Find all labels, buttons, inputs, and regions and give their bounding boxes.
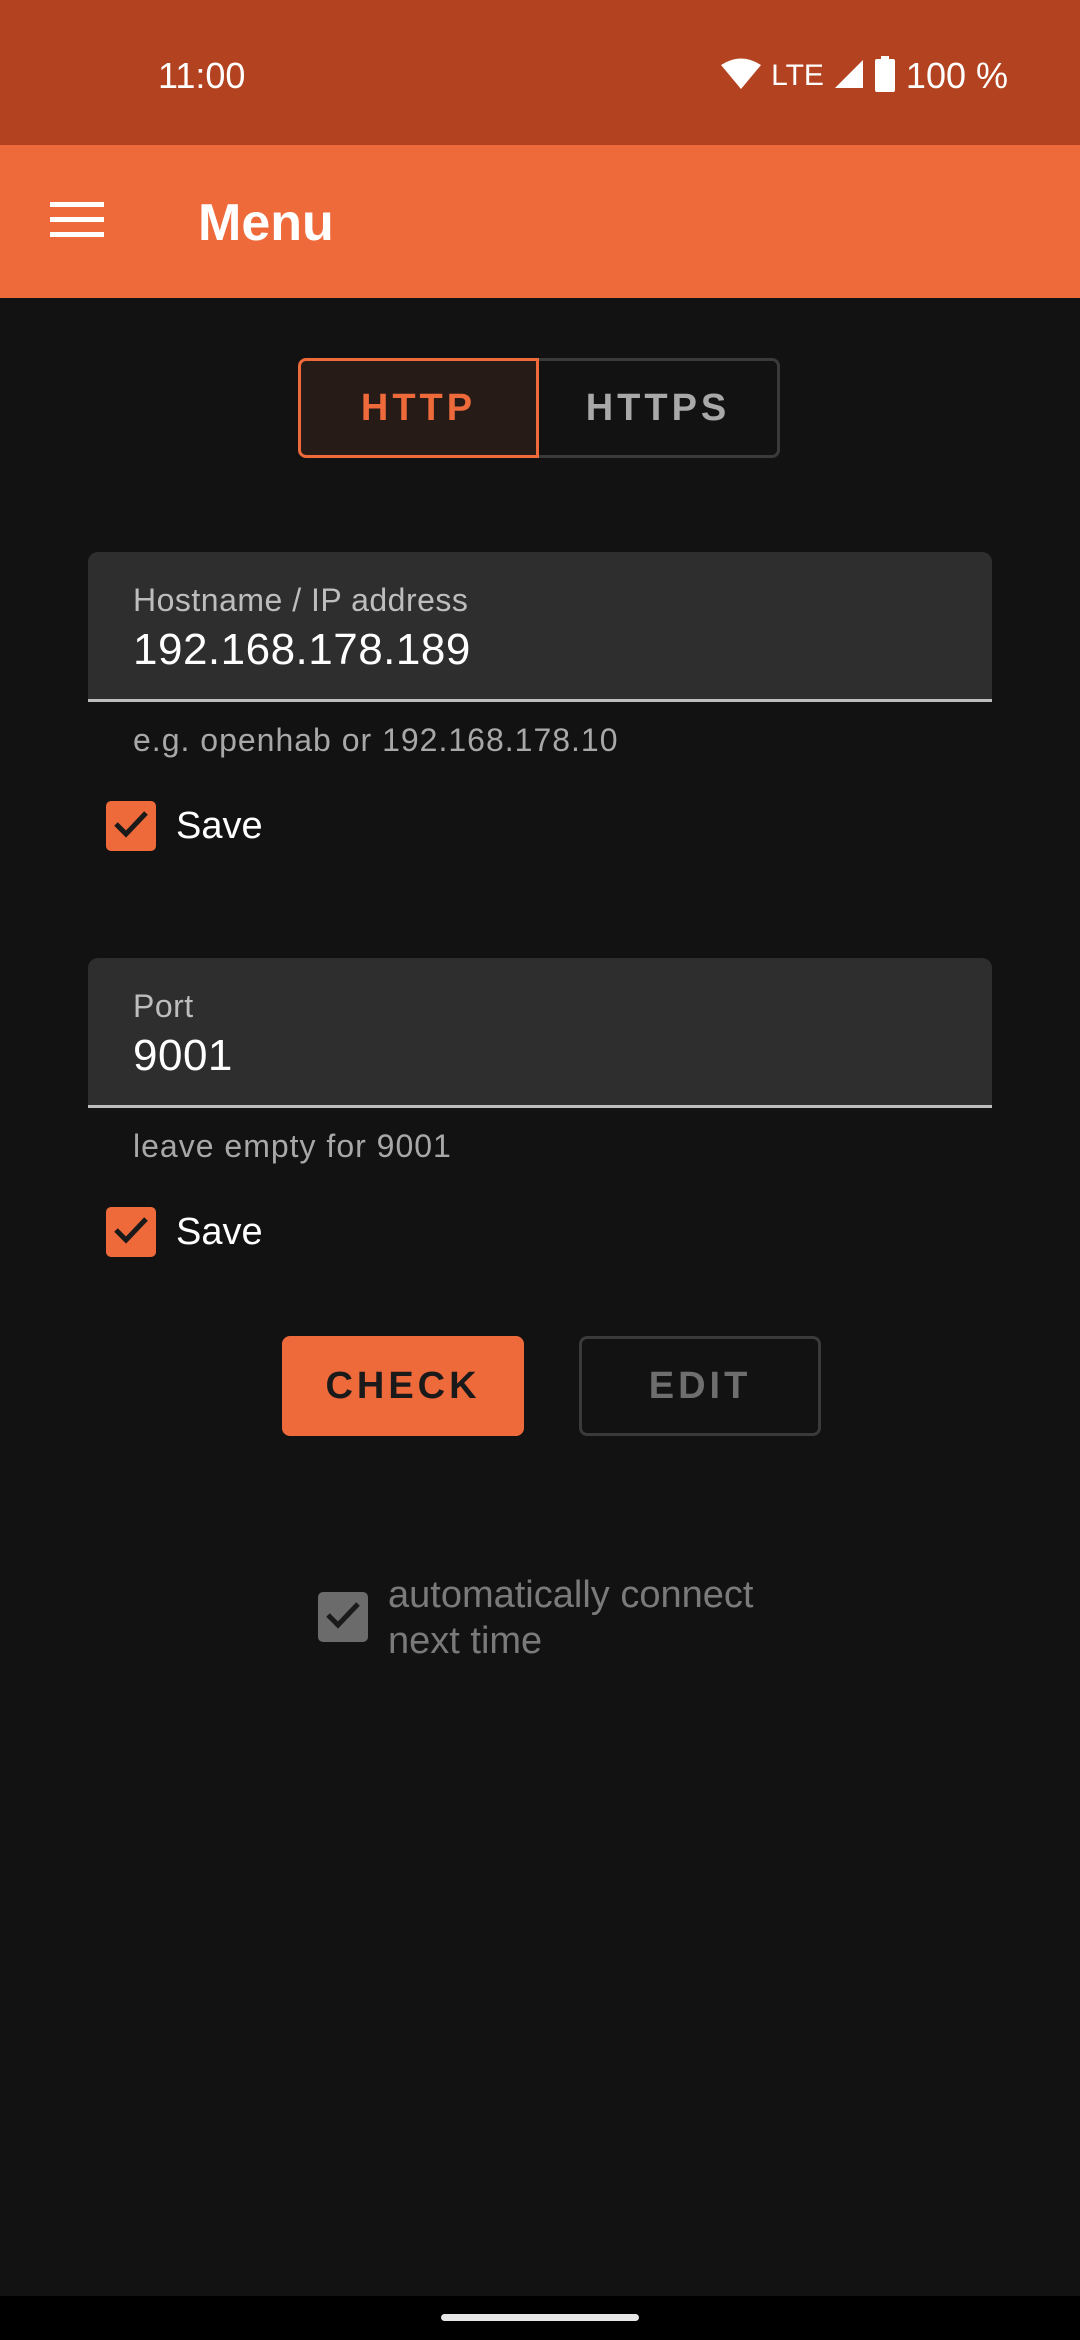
checkbox-checked-disabled[interactable] xyxy=(318,1592,368,1642)
checkbox-checked[interactable] xyxy=(106,801,156,851)
check-icon xyxy=(325,1600,361,1635)
port-input[interactable]: 9001 xyxy=(133,1030,233,1082)
wifi-icon xyxy=(721,58,762,95)
check-icon xyxy=(113,1215,149,1250)
navigation-bar xyxy=(0,2296,1080,2340)
port-helper-text: leave empty for 9001 xyxy=(133,1128,452,1164)
status-icons: LTE 100 % xyxy=(721,52,1008,100)
check-icon xyxy=(113,809,149,844)
hostname-save-label: Save xyxy=(176,805,263,847)
checkbox-checked[interactable] xyxy=(106,1207,156,1257)
signal-icon xyxy=(834,59,864,94)
edit-button[interactable]: EDIT xyxy=(579,1336,821,1436)
port-save-checkbox[interactable]: Save xyxy=(106,1206,263,1258)
port-save-label: Save xyxy=(176,1211,263,1253)
http-toggle[interactable]: HTTP xyxy=(298,358,539,458)
hostname-helper-text: e.g. openhab or 192.168.178.10 xyxy=(133,722,619,758)
hostname-save-checkbox[interactable]: Save xyxy=(106,800,263,852)
status-bar: 11:00 LTE 100 % xyxy=(0,0,1080,145)
hostname-input[interactable]: 192.168.178.189 xyxy=(133,624,471,676)
page-title: Menu xyxy=(198,194,334,252)
status-time: 11:00 xyxy=(158,55,246,96)
menu-button[interactable] xyxy=(40,185,114,259)
protocol-toggle-group: HTTP HTTPS xyxy=(298,358,780,458)
auto-connect-checkbox[interactable]: automatically connect next time xyxy=(318,1572,828,1664)
port-field[interactable]: Port 9001 xyxy=(88,958,992,1108)
network-type: LTE xyxy=(771,59,824,92)
https-toggle[interactable]: HTTPS xyxy=(539,358,780,458)
battery-icon xyxy=(874,55,896,97)
hostname-field[interactable]: Hostname / IP address 192.168.178.189 xyxy=(88,552,992,702)
hamburger-menu-icon xyxy=(50,201,104,243)
hostname-label: Hostname / IP address xyxy=(133,582,469,618)
auto-connect-label: automatically connect next time xyxy=(388,1574,754,1662)
home-gesture-handle[interactable] xyxy=(441,2314,639,2321)
app-bar: Menu xyxy=(0,145,1080,298)
port-label: Port xyxy=(133,988,194,1024)
check-button[interactable]: CHECK xyxy=(282,1336,524,1436)
battery-percentage: 100 % xyxy=(905,55,1008,96)
